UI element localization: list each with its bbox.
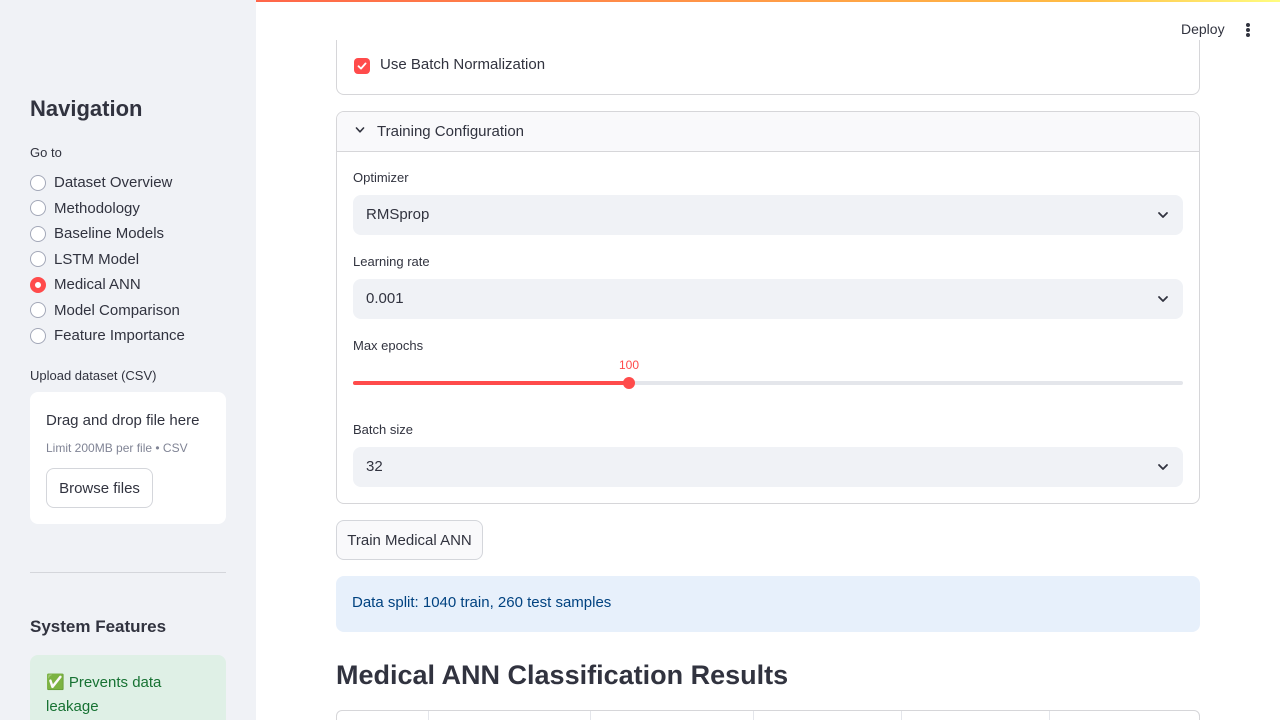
batch-size-select[interactable]: 32 — [353, 447, 1183, 487]
chevron-down-icon — [1158, 212, 1168, 218]
optimizer-label: Optimizer — [353, 170, 409, 185]
file-dropzone[interactable]: Drag and drop file here Limit 200MB per … — [30, 392, 226, 524]
expander-header[interactable]: Training Configuration — [337, 112, 1199, 152]
max-epochs-label: Max epochs — [353, 338, 424, 353]
results-heading: Medical ANN Classification Results — [336, 660, 789, 690]
radio-label: Model Comparison — [54, 301, 180, 319]
sidebar-title: Navigation — [30, 96, 143, 121]
sidebar-divider — [30, 572, 226, 573]
batchnorm-label: Use Batch Normalization — [380, 56, 546, 73]
radio-medical-ann[interactable]: Medical ANN — [30, 272, 185, 298]
radio-circle — [30, 251, 46, 268]
check-icon — [357, 62, 367, 70]
dropzone-title: Drag and drop file here — [46, 412, 200, 429]
batchnorm-checkbox[interactable] — [354, 58, 370, 74]
radio-baseline-models[interactable]: Baseline Models — [30, 221, 185, 247]
goto-label: Go to — [30, 145, 62, 160]
radio-label: Feature Importance — [54, 327, 185, 345]
learning-rate-label: Learning rate — [353, 254, 430, 269]
page-radio-group: Dataset Overview Methodology Baseline Mo… — [30, 170, 185, 349]
radio-label: LSTM Model — [54, 250, 140, 268]
data-split-info: Data split: 1040 train, 260 test samples — [352, 594, 612, 611]
chevron-down-icon — [1158, 464, 1168, 470]
sidebar: Navigation Go to Dataset Overview Method… — [0, 0, 256, 720]
max-epochs-slider[interactable] — [353, 377, 1183, 389]
radio-label: Medical ANN — [54, 276, 141, 294]
success-alert: ✅ Prevents data leakage — [30, 655, 226, 720]
radio-circle-selected — [30, 276, 46, 293]
learning-rate-value: 0.001 — [366, 290, 404, 307]
chevron-down-icon — [355, 127, 365, 133]
learning-rate-select[interactable]: 0.001 — [353, 279, 1183, 319]
training-config-expander: Training Configuration Optimizer RMSprop… — [336, 111, 1200, 504]
slider-thumb[interactable] — [623, 377, 635, 389]
kebab-menu-icon[interactable] — [1241, 21, 1255, 39]
dropzone-limit: Limit 200MB per file • CSV — [46, 441, 188, 455]
radio-label: Dataset Overview — [54, 174, 173, 192]
radio-methodology[interactable]: Methodology — [30, 196, 185, 222]
system-features-title: System Features — [30, 617, 167, 636]
radio-label: Methodology — [54, 199, 140, 217]
model-architecture-card: Use Batch Normalization — [336, 40, 1200, 95]
optimizer-select[interactable]: RMSprop — [353, 195, 1183, 235]
slider-fill — [353, 381, 629, 385]
radio-circle — [30, 302, 46, 319]
radio-model-comparison[interactable]: Model Comparison — [30, 298, 185, 324]
browse-files-button[interactable]: Browse files — [46, 468, 153, 508]
radio-dataset-overview[interactable]: Dataset Overview — [30, 170, 185, 196]
optimizer-value: RMSprop — [366, 206, 430, 223]
radio-circle — [30, 327, 46, 344]
info-alert: Data split: 1040 train, 260 test samples — [336, 576, 1200, 632]
radio-circle — [30, 225, 46, 242]
radio-circle — [30, 174, 46, 191]
batch-size-value: 32 — [366, 458, 383, 475]
chevron-down-icon — [1158, 296, 1168, 302]
results-table — [336, 710, 1200, 720]
radio-lstm-model[interactable]: LSTM Model — [30, 247, 185, 273]
radio-feature-importance[interactable]: Feature Importance — [30, 323, 185, 349]
upload-label: Upload dataset (CSV) — [30, 368, 157, 383]
slider-value-label: 100 — [618, 358, 640, 372]
train-medical-ann-button[interactable]: Train Medical ANN — [336, 520, 483, 560]
batch-size-label: Batch size — [353, 422, 413, 437]
radio-label: Baseline Models — [54, 225, 165, 243]
expander-title: Training Configuration — [377, 123, 525, 140]
radio-circle — [30, 200, 46, 217]
deploy-button[interactable]: Deploy — [1181, 21, 1225, 37]
